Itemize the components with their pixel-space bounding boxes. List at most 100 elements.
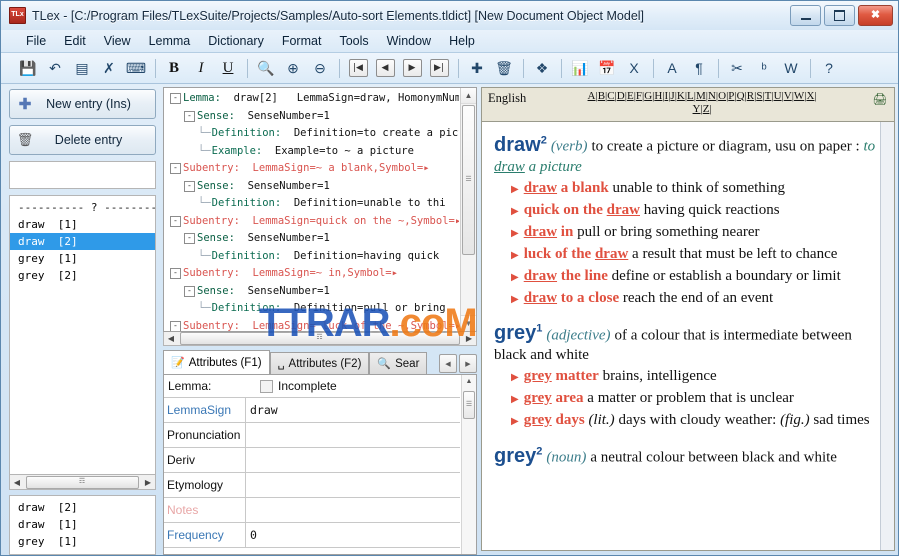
incomplete-checkbox[interactable] [260, 379, 273, 393]
zoom-out-icon[interactable]: ⊖ [307, 55, 333, 81]
attr-scroll-up-icon[interactable]: ▲ [462, 375, 476, 389]
subentry-item[interactable]: ▶ luck of the draw a result that must be … [511, 244, 888, 266]
attribute-value-input[interactable] [246, 473, 460, 497]
attribute-row[interactable]: Etymology [164, 472, 460, 497]
alphabet-link-L[interactable]: L [687, 90, 694, 102]
alphabet-link-G[interactable]: G [644, 90, 652, 102]
list-item[interactable]: grey [2] [10, 267, 155, 284]
alphabet-link-S[interactable]: S [756, 90, 762, 102]
alphabet-link-Z[interactable]: Z [703, 103, 710, 115]
alphabet-link-V[interactable]: V [784, 90, 792, 102]
scroll-up-icon[interactable]: ▲ [461, 88, 476, 104]
tree-row[interactable]: - Lemma: draw[2] LemmaSign=draw, HomonymN… [166, 90, 459, 108]
list-item[interactable]: draw [1] [10, 216, 155, 233]
tree-expander[interactable]: - [170, 268, 181, 280]
tab-scroll-left-icon[interactable]: ◀ [439, 354, 457, 373]
list-item[interactable]: draw [1] [10, 516, 155, 533]
hscroll-thumb[interactable]: ☶ [26, 475, 139, 489]
attribute-value-input[interactable]: 0 [246, 523, 460, 547]
preview-vscrollbar[interactable] [880, 122, 894, 550]
subentry-item[interactable]: ▶ draw the line define or establish a bou… [511, 266, 888, 288]
alphabet-link-Y[interactable]: Y [693, 103, 701, 115]
find-icon[interactable]: 🔍 [253, 55, 279, 81]
underline-icon[interactable]: U [215, 55, 241, 81]
alphabet-link-W[interactable]: W [794, 90, 804, 102]
attributes-vscrollbar[interactable]: ▲ ☰ [461, 375, 476, 554]
subentry-item[interactable]: ▶ grey area a matter or problem that is u… [511, 388, 888, 410]
subentry-item[interactable]: ▶ quick on the draw having quick reaction… [511, 200, 888, 222]
alphabet-link-P[interactable]: P [728, 90, 734, 102]
menu-item-help[interactable]: Help [440, 32, 484, 50]
font-icon[interactable]: A [659, 55, 685, 81]
alphabet-link-R[interactable]: R [747, 90, 754, 102]
alphabet-link-C[interactable]: C [607, 90, 614, 102]
printer-icon[interactable]: 🖨 [870, 90, 890, 108]
alphabet-link-X[interactable]: X [806, 90, 814, 102]
attribute-value-input[interactable]: draw [246, 398, 460, 422]
tree-hscroll-thumb[interactable]: ☶ [180, 331, 460, 345]
incomplete-checkbox-row[interactable]: Incomplete [260, 379, 337, 393]
tree-expander[interactable]: - [170, 163, 181, 175]
alphabet-link-T[interactable]: T [765, 90, 772, 102]
tree-row[interactable]: └─ Definition: Definition=unable to thi [166, 195, 459, 213]
spellcheck-icon[interactable]: X [621, 55, 647, 81]
attribute-row[interactable]: Pronunciation [164, 422, 460, 447]
maximize-button[interactable] [824, 5, 855, 26]
undo-icon[interactable]: ↶ [42, 55, 68, 81]
subentry-item[interactable]: ▶ grey days (lit.) days with cloudy weath… [511, 410, 888, 432]
tree-row[interactable]: - Subentry: LemmaSign=quick on the ~,Symb… [166, 213, 459, 231]
list-item[interactable]: grey [1] [10, 250, 155, 267]
alphabet-link-J[interactable]: J [670, 90, 674, 102]
attribute-row[interactable]: LemmaSign draw [164, 397, 460, 422]
attribute-row[interactable]: Frequency 0 [164, 522, 460, 547]
alphabet-link-O[interactable]: O [718, 90, 726, 102]
scroll-right-icon[interactable]: ▶ [141, 478, 155, 487]
tree-expander[interactable]: - [170, 320, 181, 331]
next-record-icon[interactable]: ▶ [399, 55, 425, 81]
first-record-icon[interactable]: |◀ [345, 55, 371, 81]
attribute-value-input[interactable] [246, 498, 460, 522]
subentry-item[interactable]: ▶ grey matter brains, intelligence [511, 366, 888, 388]
tree-row[interactable]: - Sense: SenseNumber=1 [166, 108, 459, 126]
tree-vscrollbar[interactable]: ▲ ☰ ▼ [460, 88, 476, 331]
tab-attributes-f2[interactable]: ␣ Attributes (F2) [269, 352, 370, 374]
menu-item-tools[interactable]: Tools [330, 32, 377, 50]
subentry-item[interactable]: ▶ draw in pull or bring something nearer [511, 222, 888, 244]
tab-sear[interactable]: 🔍 Sear [369, 352, 428, 374]
delete-entry-icon[interactable]: 🗑 [491, 55, 517, 81]
previous-record-icon[interactable]: ◀ [372, 55, 398, 81]
alphabet-link-A[interactable]: A [588, 90, 596, 102]
menu-item-edit[interactable]: Edit [55, 32, 95, 50]
add-entry-icon[interactable]: ✚ [464, 55, 490, 81]
tree-row[interactable]: - Subentry: LemmaSign=~ a blank,Symbol=▸ [166, 160, 459, 178]
zoom-in-icon[interactable]: ⊕ [280, 55, 306, 81]
save-icon[interactable]: 💾 [15, 55, 41, 81]
alphabet-link-U[interactable]: U [774, 90, 782, 102]
alphabet-link-F[interactable]: F [636, 90, 642, 102]
export-word-icon[interactable]: W [778, 55, 804, 81]
attribute-row[interactable]: Notes [164, 497, 460, 522]
tree-row[interactable]: - Sense: SenseNumber=1 [166, 178, 459, 196]
delete-row-icon[interactable]: ✗ [96, 55, 122, 81]
attribute-row[interactable]: Deriv [164, 447, 460, 472]
menu-item-window[interactable]: Window [378, 32, 440, 50]
close-button[interactable]: ✖ [858, 5, 893, 26]
tree-row[interactable]: └─ Example: Example=to ~ a picture [166, 143, 459, 161]
last-record-icon[interactable]: ▶| [426, 55, 452, 81]
help-icon[interactable]: ? [816, 55, 842, 81]
list-item[interactable]: draw [2] [10, 499, 155, 516]
delete-entry-button[interactable]: 🗑 Delete entry [9, 125, 156, 155]
subentry-item[interactable]: ▶ draw a blank unable to think of somethi… [511, 178, 888, 200]
tree-row[interactable]: - Sense: SenseNumber=1 [166, 283, 459, 301]
tree-row[interactable]: - Sense: SenseNumber=1 [166, 230, 459, 248]
color-palette-icon[interactable]: ❖ [529, 55, 555, 81]
list-item[interactable]: grey [1] [10, 533, 155, 550]
menu-item-view[interactable]: View [95, 32, 140, 50]
tree-expander[interactable]: - [170, 215, 181, 227]
statistics-icon[interactable]: 📊 [567, 55, 593, 81]
attribute-value-input[interactable] [246, 448, 460, 472]
alphabet-link-D[interactable]: D [617, 90, 625, 102]
document-tree[interactable]: - Lemma: draw[2] LemmaSign=draw, HomonymN… [163, 87, 477, 332]
alphabet-link-E[interactable]: E [627, 90, 634, 102]
tree-expander[interactable]: - [184, 285, 195, 297]
